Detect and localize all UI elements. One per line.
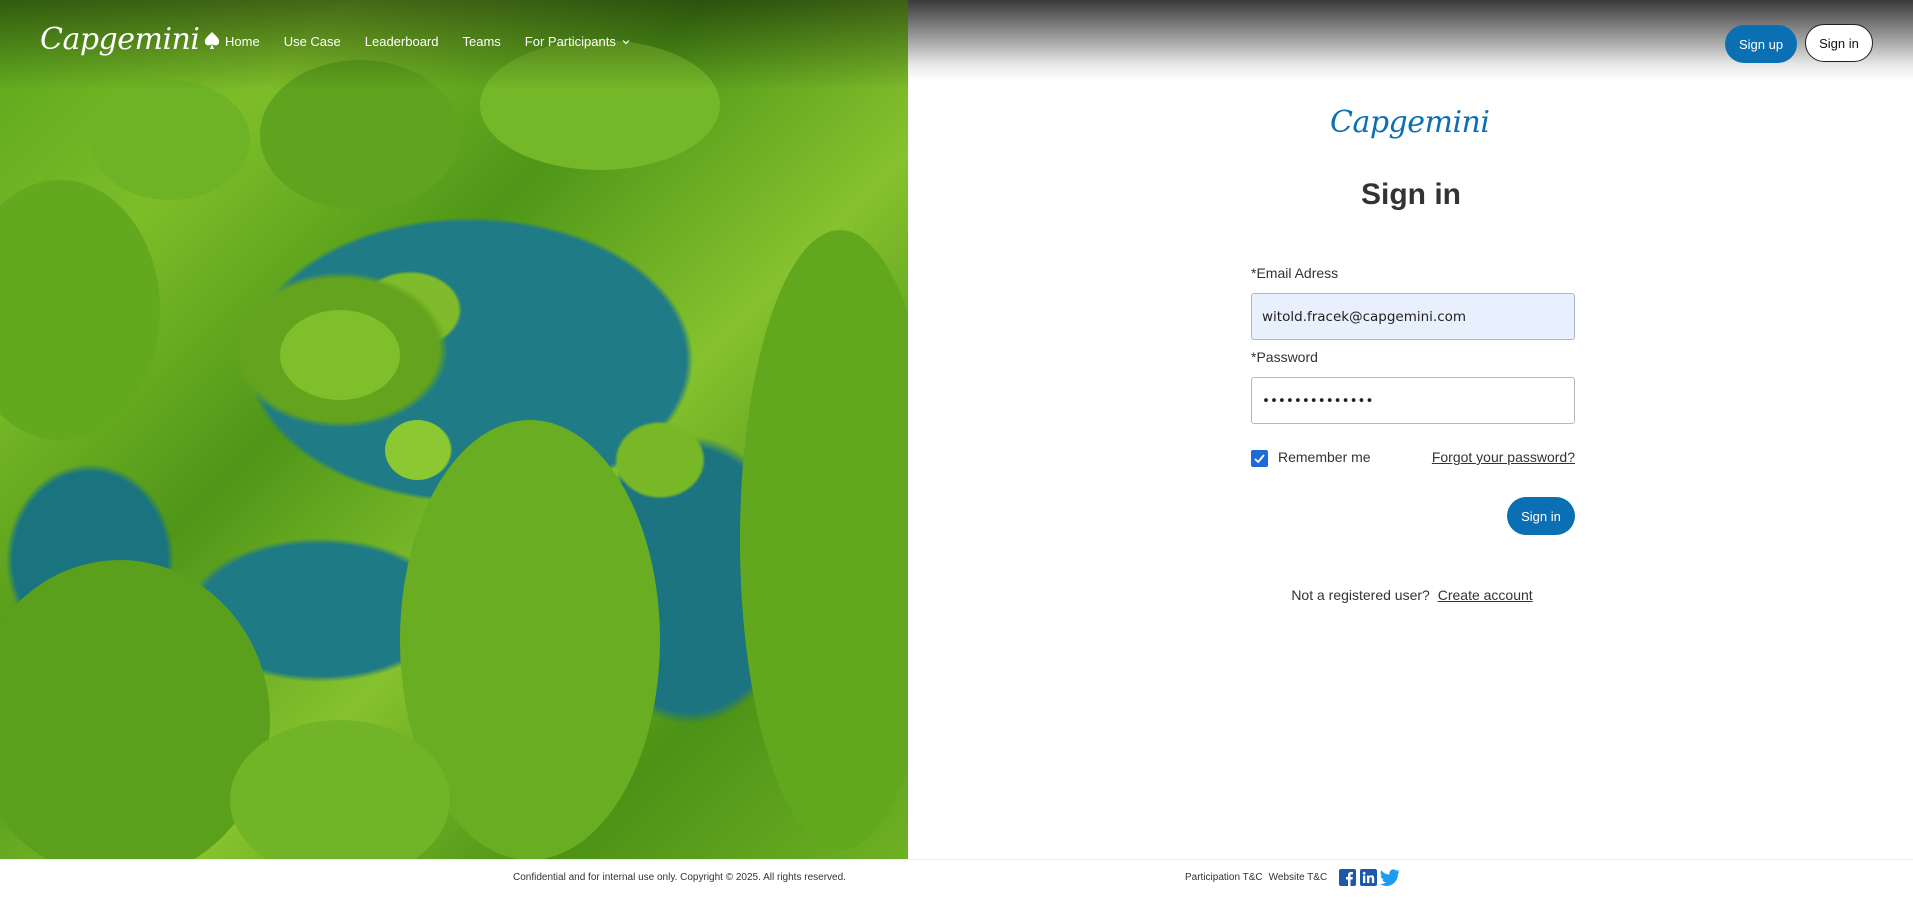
tree-cluster <box>0 180 160 440</box>
password-field[interactable] <box>1251 377 1575 424</box>
participation-tc-link[interactable]: Participation T&C <box>1185 872 1263 883</box>
sign-in-submit-button[interactable]: Sign in <box>1507 497 1575 535</box>
nav-home[interactable]: Home <box>225 34 260 49</box>
tree-cluster <box>90 80 250 200</box>
tree-cluster <box>740 230 908 850</box>
nav-use-case[interactable]: Use Case <box>284 34 341 49</box>
register-prompt: Not a registered user? Create account <box>1250 587 1574 603</box>
chevron-down-icon <box>622 39 630 44</box>
password-label: *Password <box>1251 349 1318 365</box>
facebook-icon[interactable] <box>1339 869 1356 886</box>
copyright-text: Confidential and for internal use only. … <box>513 872 846 883</box>
tree-cluster <box>0 560 270 859</box>
website-tc-link[interactable]: Website T&C <box>1269 872 1328 883</box>
sign-up-button[interactable]: Sign up <box>1725 25 1797 63</box>
check-icon <box>1254 454 1265 464</box>
spade-icon <box>1491 121 1492 123</box>
nav-for-participants[interactable]: For Participants <box>525 34 630 49</box>
linkedin-icon[interactable] <box>1360 869 1377 886</box>
nav-label: Teams <box>462 34 501 49</box>
nav-label: For Participants <box>524 34 616 49</box>
remember-me-checkbox[interactable] <box>1251 450 1268 467</box>
brand-name: Capgemini <box>40 22 200 57</box>
nav-label: Use Case <box>283 34 341 49</box>
brand-name: Capgemini <box>1330 104 1490 140</box>
nav-leaderboard[interactable]: Leaderboard <box>365 34 439 49</box>
create-account-link[interactable]: Create account <box>1438 587 1533 603</box>
footer: Confidential and for internal use only. … <box>0 859 1913 901</box>
form-brand-logo: Capgemini <box>1330 102 1492 142</box>
nav-label: Home <box>225 34 260 49</box>
remember-me-label: Remember me <box>1278 449 1371 465</box>
main-nav: Home Use Case Leaderboard Teams For Part… <box>225 34 654 49</box>
spade-icon <box>205 31 220 49</box>
header-sign-in-button[interactable]: Sign in <box>1805 24 1873 62</box>
hero-image <box>0 0 908 859</box>
email-label: *Email Adress <box>1251 265 1339 281</box>
nav-label: Leaderboard <box>364 34 439 49</box>
tree-cluster <box>385 420 450 480</box>
tree-cluster <box>280 310 400 400</box>
email-field[interactable] <box>1251 293 1575 340</box>
twitter-icon[interactable] <box>1380 869 1400 886</box>
register-prompt-text: Not a registered user? <box>1291 587 1430 603</box>
forgot-password-link[interactable]: Forgot your password? <box>1426 449 1575 465</box>
nav-teams[interactable]: Teams <box>463 34 501 49</box>
page-title: Sign in <box>1361 178 1461 211</box>
brand-logo[interactable]: Capgemini <box>40 22 222 57</box>
footer-links: Participation T&C Website T&C <box>1185 872 1327 883</box>
